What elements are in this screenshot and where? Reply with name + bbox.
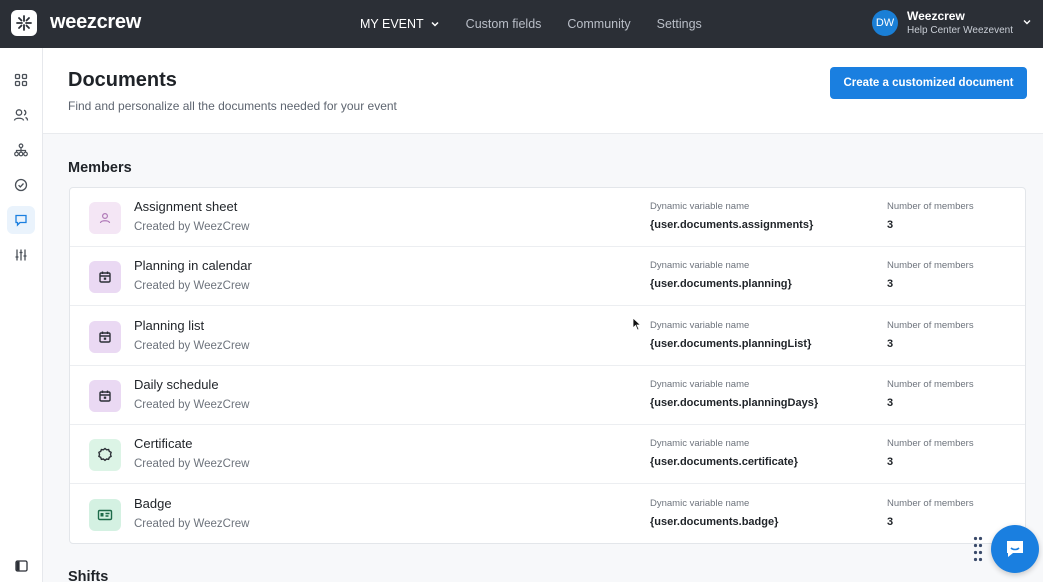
nav-my-event-label: MY EVENT <box>360 17 424 31</box>
sidebar <box>0 48 43 582</box>
variable-label: Dynamic variable name <box>650 378 750 390</box>
mouse-cursor-icon <box>632 317 642 331</box>
document-name[interactable]: Planning list <box>134 318 204 333</box>
document-row[interactable]: Assignment sheet Created by WeezCrew Dynam… <box>70 188 1025 247</box>
members-count-label: Number of members <box>887 201 974 212</box>
dashboard-icon[interactable] <box>7 66 35 94</box>
document-creator: Created by WeezCrew <box>134 339 250 352</box>
document-row[interactable]: Daily schedule Created by WeezCrew Dynamic… <box>70 366 1025 425</box>
nav-community[interactable]: Community <box>567 17 630 31</box>
organization-icon[interactable] <box>7 136 35 164</box>
nav-my-event[interactable]: MY EVENT <box>360 17 440 31</box>
document-name[interactable]: Planning in calendar <box>134 258 252 273</box>
variable-label: Dynamic variable name <box>650 319 750 331</box>
document-row[interactable]: Badge Created by WeezCrew Dynamic variable… <box>70 485 1025 544</box>
members-icon[interactable] <box>7 101 35 129</box>
page-title: Documents <box>68 69 177 91</box>
nav-custom-fields[interactable]: Custom fields <box>466 17 542 31</box>
user-subtitle: Help Center Weezevent <box>907 25 1013 36</box>
members-count: 3 <box>887 278 894 291</box>
document-row[interactable]: Planning list Created by WeezCrew Dynamic … <box>70 307 1025 366</box>
person-icon <box>89 202 121 234</box>
settings-sliders-icon[interactable] <box>7 241 35 269</box>
members-count: 3 <box>887 456 894 469</box>
members-count-label: Number of members <box>887 260 974 272</box>
calendar-icon <box>89 261 121 294</box>
document-row[interactable]: Certificate Created by WeezCrew Dynamic va… <box>70 425 1025 485</box>
top-bar: weezcrew MY EVENT Custom fields Communit… <box>0 0 1043 48</box>
chevron-down-icon <box>1023 20 1031 25</box>
chevron-down-icon <box>431 21 439 27</box>
document-name[interactable]: Certificate <box>134 436 193 451</box>
document-creator: Created by WeezCrew <box>134 517 250 530</box>
members-section-title: Members <box>68 160 132 176</box>
variable-label: Dynamic variable name <box>650 260 750 272</box>
drag-handle-icon[interactable] <box>973 536 983 562</box>
members-count: 3 <box>887 219 894 231</box>
document-row[interactable]: Planning in calendar Created by WeezCrew D… <box>70 247 1025 307</box>
documents-chat-icon[interactable] <box>7 206 35 234</box>
members-count-label: Number of members <box>887 319 974 331</box>
user-name: Weezcrew <box>907 9 965 23</box>
document-creator: Created by WeezCrew <box>134 280 250 293</box>
document-name[interactable]: Badge <box>134 496 172 511</box>
members-count-label: Number of members <box>887 438 974 450</box>
members-count: 3 <box>887 337 894 350</box>
members-count: 3 <box>887 515 894 528</box>
members-count: 3 <box>887 396 894 409</box>
page-subtitle: Find and personalize all the documents n… <box>68 99 397 113</box>
document-name[interactable]: Assignment sheet <box>134 199 237 214</box>
id-card-icon <box>89 498 121 531</box>
page-header: Documents Find and personalize all the d… <box>43 48 1043 134</box>
user-menu[interactable]: DW Weezcrew Help Center Weezevent <box>872 9 1031 36</box>
chat-help-button[interactable] <box>991 525 1039 573</box>
create-document-button[interactable]: Create a customized document <box>830 67 1027 99</box>
members-count-label: Number of members <box>887 497 974 509</box>
variable-value: {user.documents.assignments} <box>650 219 814 231</box>
document-name[interactable]: Daily schedule <box>134 377 219 392</box>
variable-value: {user.documents.planning} <box>650 278 792 291</box>
variable-value: {user.documents.badge} <box>650 515 779 528</box>
brand-name[interactable]: weezcrew <box>50 11 141 34</box>
variable-value: {user.documents.certificate} <box>650 456 798 469</box>
nav-settings[interactable]: Settings <box>657 17 702 31</box>
weezcrew-logo-icon[interactable] <box>11 10 37 36</box>
avatar: DW <box>872 9 898 36</box>
calendar-icon <box>89 379 121 412</box>
document-creator: Created by WeezCrew <box>134 458 250 471</box>
members-count-label: Number of members <box>887 378 974 390</box>
variable-value: {user.documents.planningList} <box>650 337 812 350</box>
variable-label: Dynamic variable name <box>650 201 750 212</box>
documents-list: Assignment sheet Created by WeezCrew Dynam… <box>69 187 1026 544</box>
document-creator: Created by WeezCrew <box>134 398 250 411</box>
variable-label: Dynamic variable name <box>650 497 750 509</box>
tasks-check-icon[interactable] <box>7 171 35 199</box>
collapse-panel-icon[interactable] <box>7 552 35 580</box>
document-creator: Created by WeezCrew <box>134 221 250 233</box>
certificate-badge-icon <box>89 439 121 472</box>
calendar-icon <box>89 320 121 353</box>
chat-bubble-icon <box>1007 541 1023 557</box>
variable-label: Dynamic variable name <box>650 438 750 450</box>
main-nav: MY EVENT Custom fields Community Setting… <box>360 0 728 48</box>
variable-value: {user.documents.planningDays} <box>650 396 819 409</box>
shifts-section-title: Shifts <box>68 569 109 582</box>
